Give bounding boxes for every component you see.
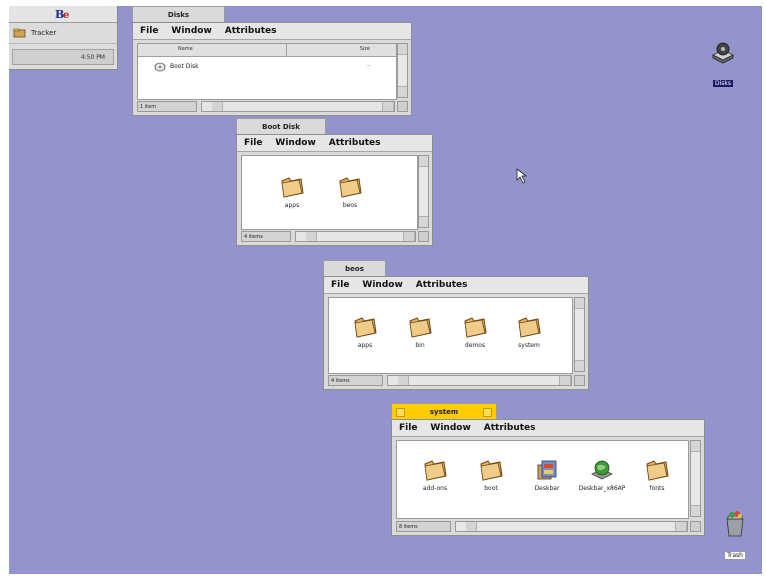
vertical-scrollbar[interactable] — [397, 43, 408, 98]
item-count: 4 items — [241, 231, 291, 242]
menu-window[interactable]: Window — [430, 423, 470, 433]
resize-handle[interactable] — [418, 231, 429, 242]
resize-handle[interactable] — [574, 375, 585, 386]
disk-icon — [154, 62, 166, 72]
folder-item-fonts[interactable]: fonts — [629, 457, 685, 492]
folder-item-system[interactable]: system — [501, 314, 557, 349]
svg-text:e: e — [63, 10, 69, 20]
folder-icon — [646, 460, 669, 481]
vertical-scrollbar[interactable] — [690, 440, 701, 517]
folder-item-boot[interactable]: boot — [463, 457, 519, 492]
desktop-icon-disks[interactable]: Disks — [703, 40, 743, 89]
bootdisk-menubar: File Window Attributes — [237, 135, 432, 152]
desktop-icon-trash[interactable]: Trash — [715, 510, 755, 561]
deskbar: B e Tracker 4:50 PM — [9, 6, 118, 70]
tracker-label: Tracker — [31, 29, 57, 37]
beos-window: beos File Window Attributes apps bin dem… — [323, 260, 589, 390]
disks-label: Disks — [712, 80, 733, 87]
tracker-item[interactable]: Tracker — [9, 23, 117, 44]
mouse-pointer-icon — [516, 168, 528, 184]
resize-handle[interactable] — [397, 101, 408, 112]
menu-file[interactable]: File — [399, 423, 417, 433]
be-menu-button[interactable]: B e — [9, 6, 117, 23]
disks-icon — [712, 42, 734, 64]
menu-window[interactable]: Window — [171, 26, 211, 36]
vertical-scrollbar[interactable] — [418, 155, 429, 228]
folder-item-beos[interactable]: beos — [322, 174, 378, 209]
menu-file[interactable]: File — [244, 138, 262, 148]
tracker-icon — [13, 28, 26, 38]
folder-item-add-ons[interactable]: add-ons — [407, 457, 463, 492]
menu-window[interactable]: Window — [275, 138, 315, 148]
folder-icon — [464, 317, 487, 338]
folder-icon — [409, 317, 432, 338]
clock[interactable]: 4:50 PM — [12, 49, 114, 65]
folder-item-bin[interactable]: bin — [392, 314, 448, 349]
trash-label: Trash — [725, 552, 745, 559]
folder-icon — [354, 317, 377, 338]
beos-window-title: beos — [345, 265, 364, 273]
item-count: 1 item — [137, 101, 197, 112]
folder-icon — [424, 460, 447, 481]
bootdisk-window: Boot Disk File Window Attributes apps be… — [236, 118, 433, 246]
system-window-title: system — [429, 408, 459, 416]
menu-attributes[interactable]: Attributes — [225, 26, 277, 36]
system-menubar: File Window Attributes — [392, 420, 704, 437]
disks-menubar: File Window Attributes — [133, 23, 411, 40]
system-window: system File Window Attributes add-ons bo… — [391, 403, 705, 536]
horizontal-scrollbar[interactable] — [455, 521, 688, 532]
bootdisk-icon-view[interactable]: apps beos — [241, 155, 418, 230]
system-window-tab[interactable]: system — [391, 403, 497, 420]
item-count: 8 items — [396, 521, 451, 532]
disks-window: Disks File Window Attributes Name Size B… — [132, 6, 412, 116]
menu-window[interactable]: Window — [362, 280, 402, 290]
bootdisk-window-tab[interactable]: Boot Disk — [236, 118, 326, 135]
folder-icon — [281, 177, 304, 198]
beos-window-tab[interactable]: beos — [323, 260, 386, 277]
horizontal-scrollbar[interactable] — [387, 375, 572, 386]
horizontal-scrollbar[interactable] — [201, 101, 395, 112]
menu-file[interactable]: File — [331, 280, 349, 290]
disks-window-title: Disks — [167, 11, 190, 19]
folder-item-apps[interactable]: apps — [264, 174, 320, 209]
item-count: 4 items — [328, 375, 383, 386]
app-item-deskbar-x86ap[interactable]: Deskbar_x86AP — [574, 457, 630, 492]
horizontal-scrollbar[interactable] — [295, 231, 416, 242]
list-item[interactable]: Boot Disk – — [138, 60, 396, 74]
system-icon-view[interactable]: add-ons boot Deskbar Deskbar_x86AP fonts — [396, 440, 689, 519]
disks-window-tab[interactable]: Disks — [132, 6, 225, 23]
column-name[interactable]: Name — [178, 46, 193, 52]
vertical-scrollbar[interactable] — [574, 297, 585, 372]
beos-icon-view[interactable]: apps bin demos system — [328, 297, 573, 374]
menu-file[interactable]: File — [140, 26, 158, 36]
folder-item-apps[interactable]: apps — [337, 314, 393, 349]
trash-icon — [726, 511, 744, 537]
folder-icon — [339, 177, 362, 198]
folder-icon — [480, 460, 503, 481]
desktop[interactable]: B e Tracker 4:50 PM Disks File Window At… — [9, 6, 762, 574]
folder-item-demos[interactable]: demos — [447, 314, 503, 349]
column-size[interactable]: Size — [360, 46, 370, 52]
menu-attributes[interactable]: Attributes — [484, 423, 536, 433]
app-item-deskbar[interactable]: Deskbar — [519, 457, 575, 492]
beos-menubar: File Window Attributes — [324, 277, 588, 294]
be-logo-icon: B e — [55, 8, 69, 20]
deskbar-app-icon — [537, 460, 557, 480]
resize-handle[interactable] — [690, 521, 701, 532]
menu-attributes[interactable]: Attributes — [329, 138, 381, 148]
zoom-button[interactable] — [483, 408, 492, 417]
clock-time: 4:50 PM — [80, 53, 105, 61]
list-column-header: Name Size — [138, 44, 396, 57]
disks-list-view[interactable]: Name Size Boot Disk – — [137, 43, 397, 100]
folder-icon — [518, 317, 541, 338]
close-button[interactable] — [396, 408, 405, 417]
bootdisk-window-title: Boot Disk — [262, 123, 300, 131]
menu-attributes[interactable]: Attributes — [416, 280, 468, 290]
globe-app-icon — [591, 460, 613, 480]
